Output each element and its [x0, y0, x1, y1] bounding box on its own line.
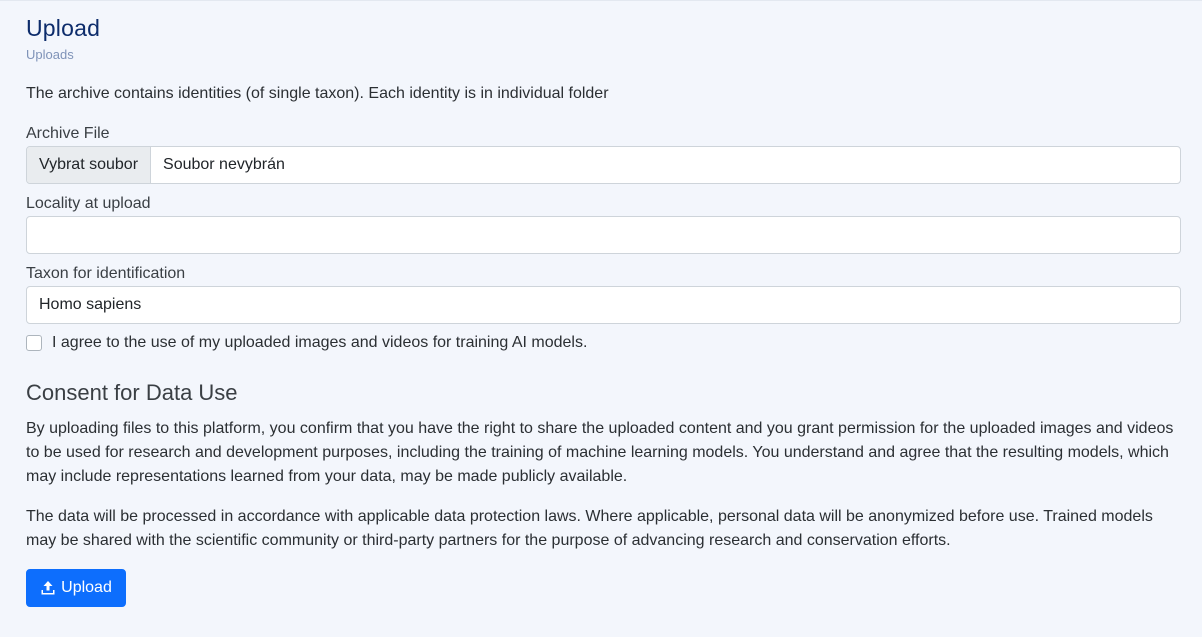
consent-paragraph-2: The data will be processed in accordance…: [26, 508, 1153, 549]
archive-description: The archive contains identities (of sing…: [26, 85, 609, 102]
consent-checkbox-row: I agree to the use of my uploaded images…: [26, 334, 587, 352]
taxon-label: Taxon for identification: [26, 265, 186, 282]
consent-checkbox-label[interactable]: I agree to the use of my uploaded images…: [52, 334, 587, 352]
page-title: Upload: [26, 15, 101, 41]
upload-button[interactable]: Upload: [26, 569, 126, 607]
archive-file-label: Archive File: [26, 125, 110, 142]
consent-checkbox[interactable]: [26, 335, 42, 351]
choose-file-button[interactable]: Vybrat soubor: [27, 147, 152, 183]
consent-paragraph-1: By uploading files to this platform, you…: [26, 420, 1174, 485]
upload-page: Upload Uploads The archive contains iden…: [0, 0, 1202, 637]
locality-label: Locality at upload: [26, 195, 151, 212]
consent-section-title: Consent for Data Use: [26, 380, 238, 405]
locality-input[interactable]: [26, 216, 1181, 254]
taxon-input[interactable]: [26, 286, 1181, 324]
archive-file-input[interactable]: Vybrat soubor Soubor nevybrán: [26, 146, 1181, 184]
breadcrumb[interactable]: Uploads: [26, 47, 74, 62]
upload-button-label: Upload: [61, 579, 112, 596]
upload-icon: [40, 580, 56, 596]
selected-file-name: Soubor nevybrán: [163, 156, 285, 173]
